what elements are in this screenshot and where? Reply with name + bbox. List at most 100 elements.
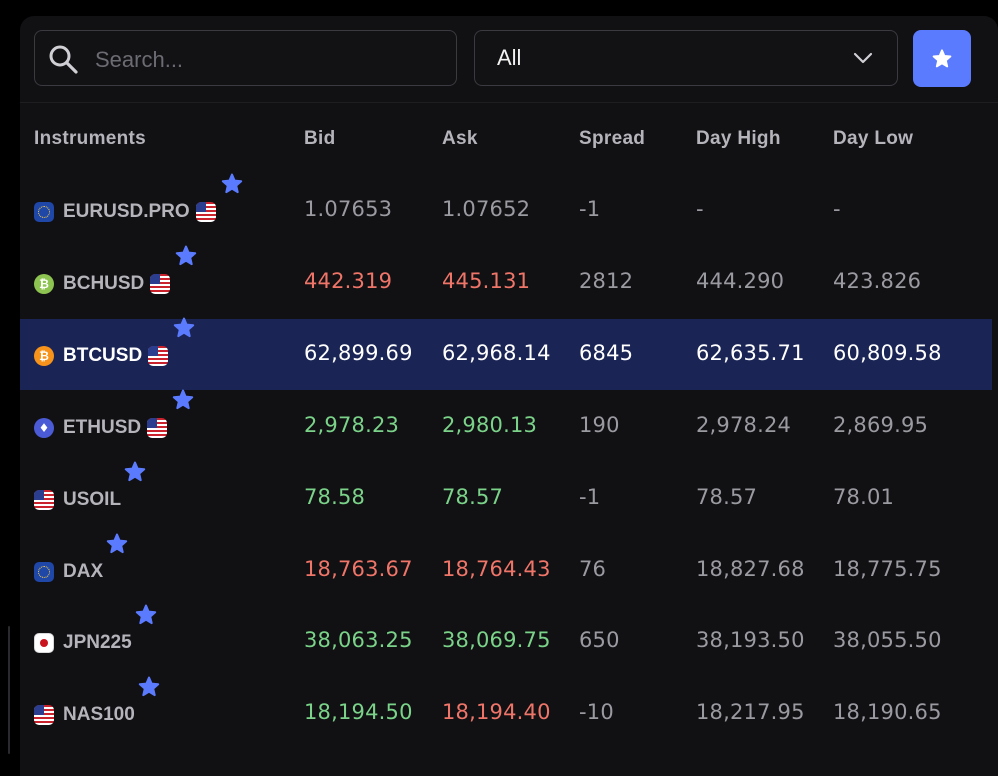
instrument-panel: All Instruments Bid Ask Spread Day High … <box>20 16 998 776</box>
instrument-name: DAX <box>63 560 104 582</box>
star-icon <box>932 49 952 68</box>
favorite-star-icon[interactable] <box>172 316 196 340</box>
ask-price: 38,069.75 <box>442 628 551 653</box>
ask-price: 18,194.40 <box>442 700 551 725</box>
bid-price: 78.58 <box>304 484 366 509</box>
toolbar: All <box>34 30 972 88</box>
day-low-value: 18,190.65 <box>833 700 942 725</box>
day-high-value: 62,635.71 <box>696 340 805 365</box>
column-header-day-low[interactable]: Day Low <box>833 128 913 150</box>
day-high-value: 78.57 <box>696 484 758 509</box>
column-header-bid[interactable]: Bid <box>304 128 336 150</box>
favorite-star-icon[interactable] <box>137 675 161 699</box>
favorite-star-icon[interactable] <box>174 244 198 268</box>
day-high-value: 38,193.50 <box>696 628 805 653</box>
ask-price: 1.07652 <box>442 197 531 221</box>
us-flag-icon <box>147 417 168 438</box>
spread-value: 6845 <box>579 340 634 365</box>
bid-price: 38,063.25 <box>304 628 413 653</box>
bid-price: 442.319 <box>304 268 393 293</box>
instrument-name: ETHUSD <box>63 416 142 438</box>
instrument-name: JPN225 <box>63 632 132 654</box>
day-low-value: 38,055.50 <box>833 628 942 653</box>
search-input[interactable] <box>93 39 447 81</box>
us-flag-icon <box>148 345 169 366</box>
bid-price: 2,978.23 <box>304 412 400 437</box>
favorite-star-icon[interactable] <box>220 172 244 196</box>
spread-value: 190 <box>579 412 620 437</box>
favorite-star-icon[interactable] <box>134 603 158 627</box>
us-flag-icon <box>150 273 171 294</box>
instrument-cell: JPN225 <box>34 630 132 656</box>
table-row[interactable]: JPN225 38,063.25 38,069.75 650 38,193.50 38,0… <box>20 603 992 677</box>
day-low-value: - <box>833 197 841 221</box>
column-header-instruments[interactable]: Instruments <box>34 128 146 150</box>
bid-price: 18,194.50 <box>304 700 413 725</box>
instrument-cell: EURUSD.PRO <box>34 199 216 225</box>
instrument-name: BCHUSD <box>63 272 145 294</box>
favorite-star-icon[interactable] <box>171 388 195 412</box>
us-flag-icon <box>34 489 54 510</box>
japan-flag-icon <box>34 633 54 654</box>
search-icon <box>49 45 78 74</box>
instrument-name: BTCUSD <box>63 344 143 366</box>
ethereum-icon: ♦ <box>34 417 54 438</box>
filter-value: All <box>497 45 522 70</box>
instrument-cell: DAX <box>34 559 103 585</box>
instrument-name: NAS100 <box>63 704 135 726</box>
favorites-filter-button[interactable] <box>913 30 971 87</box>
day-low-value: 2,869.95 <box>833 412 929 437</box>
spread-value: 2812 <box>579 268 634 293</box>
bitcoin-icon-glyph: ₿ <box>39 348 49 363</box>
us-flag-icon <box>195 202 216 222</box>
spread-value: -1 <box>579 197 601 221</box>
column-header-ask[interactable]: Ask <box>442 128 478 150</box>
day-low-value: 60,809.58 <box>833 340 942 365</box>
ask-price: 78.57 <box>442 484 504 509</box>
spread-value: -1 <box>579 484 601 509</box>
ask-price: 2,980.13 <box>442 412 538 437</box>
eu-flag-icon <box>34 202 54 222</box>
column-header-day-high[interactable]: Day High <box>696 128 781 150</box>
day-high-value: 2,978.24 <box>696 412 792 437</box>
ask-price: 18,764.43 <box>442 556 551 581</box>
table-row[interactable]: ♦ ETHUSD 2,978.23 2,980.13 190 2,978.24 2,869.… <box>20 388 992 462</box>
table-row[interactable]: USOIL 78.58 78.57 -1 78.57 78.01 <box>20 460 992 534</box>
bid-price: 1.07653 <box>304 197 393 221</box>
spread-value: 76 <box>579 556 607 581</box>
table-row[interactable]: DAX 18,763.67 18,764.43 76 18,827.68 18,775.7… <box>20 532 992 606</box>
column-header-spread[interactable]: Spread <box>579 128 645 150</box>
favorite-star-icon[interactable] <box>105 532 129 556</box>
table-row[interactable]: ₿ BTCUSD 62,899.69 62,968.14 6845 62,635.71 60… <box>20 316 992 390</box>
bid-price: 18,763.67 <box>304 556 413 581</box>
us-flag-icon <box>34 705 54 726</box>
search-box[interactable] <box>34 30 457 86</box>
day-high-value: 444.290 <box>696 268 785 293</box>
day-low-value: 423.826 <box>833 268 922 293</box>
scrollbar-track[interactable] <box>8 626 10 754</box>
instrument-name: USOIL <box>63 488 122 510</box>
favorite-star-icon[interactable] <box>123 460 147 484</box>
instrument-cell: ♦ ETHUSD <box>34 415 168 441</box>
table-row[interactable]: EURUSD.PRO 1.07653 1.07652 -1 - - <box>20 172 992 246</box>
table-row[interactable]: NAS100 18,194.50 18,194.40 -10 18,217.95 18,1… <box>20 675 992 749</box>
header-divider <box>20 102 998 103</box>
spread-value: 650 <box>579 628 620 653</box>
ask-price: 62,968.14 <box>442 340 551 365</box>
table-row[interactable]: ₿ BCHUSD 442.319 445.131 2812 444.290 423.826 <box>20 244 992 318</box>
day-high-value: - <box>696 197 704 221</box>
instrument-cell: ₿ BCHUSD <box>34 271 171 297</box>
instrument-filter-select[interactable]: All <box>474 30 898 86</box>
eu-flag-icon <box>34 561 54 582</box>
bitcoin-cash-icon-glyph: ₿ <box>39 276 49 291</box>
day-high-value: 18,827.68 <box>696 556 805 581</box>
day-low-value: 18,775.75 <box>833 556 942 581</box>
ask-price: 445.131 <box>442 268 531 293</box>
instrument-name: EURUSD.PRO <box>63 201 190 222</box>
spread-value: -10 <box>579 700 614 725</box>
day-high-value: 18,217.95 <box>696 700 805 725</box>
instrument-cell: NAS100 <box>34 702 135 728</box>
bitcoin-cash-icon: ₿ <box>34 273 54 294</box>
ethereum-icon-glyph: ♦ <box>38 420 50 435</box>
chevron-down-icon <box>853 52 873 64</box>
